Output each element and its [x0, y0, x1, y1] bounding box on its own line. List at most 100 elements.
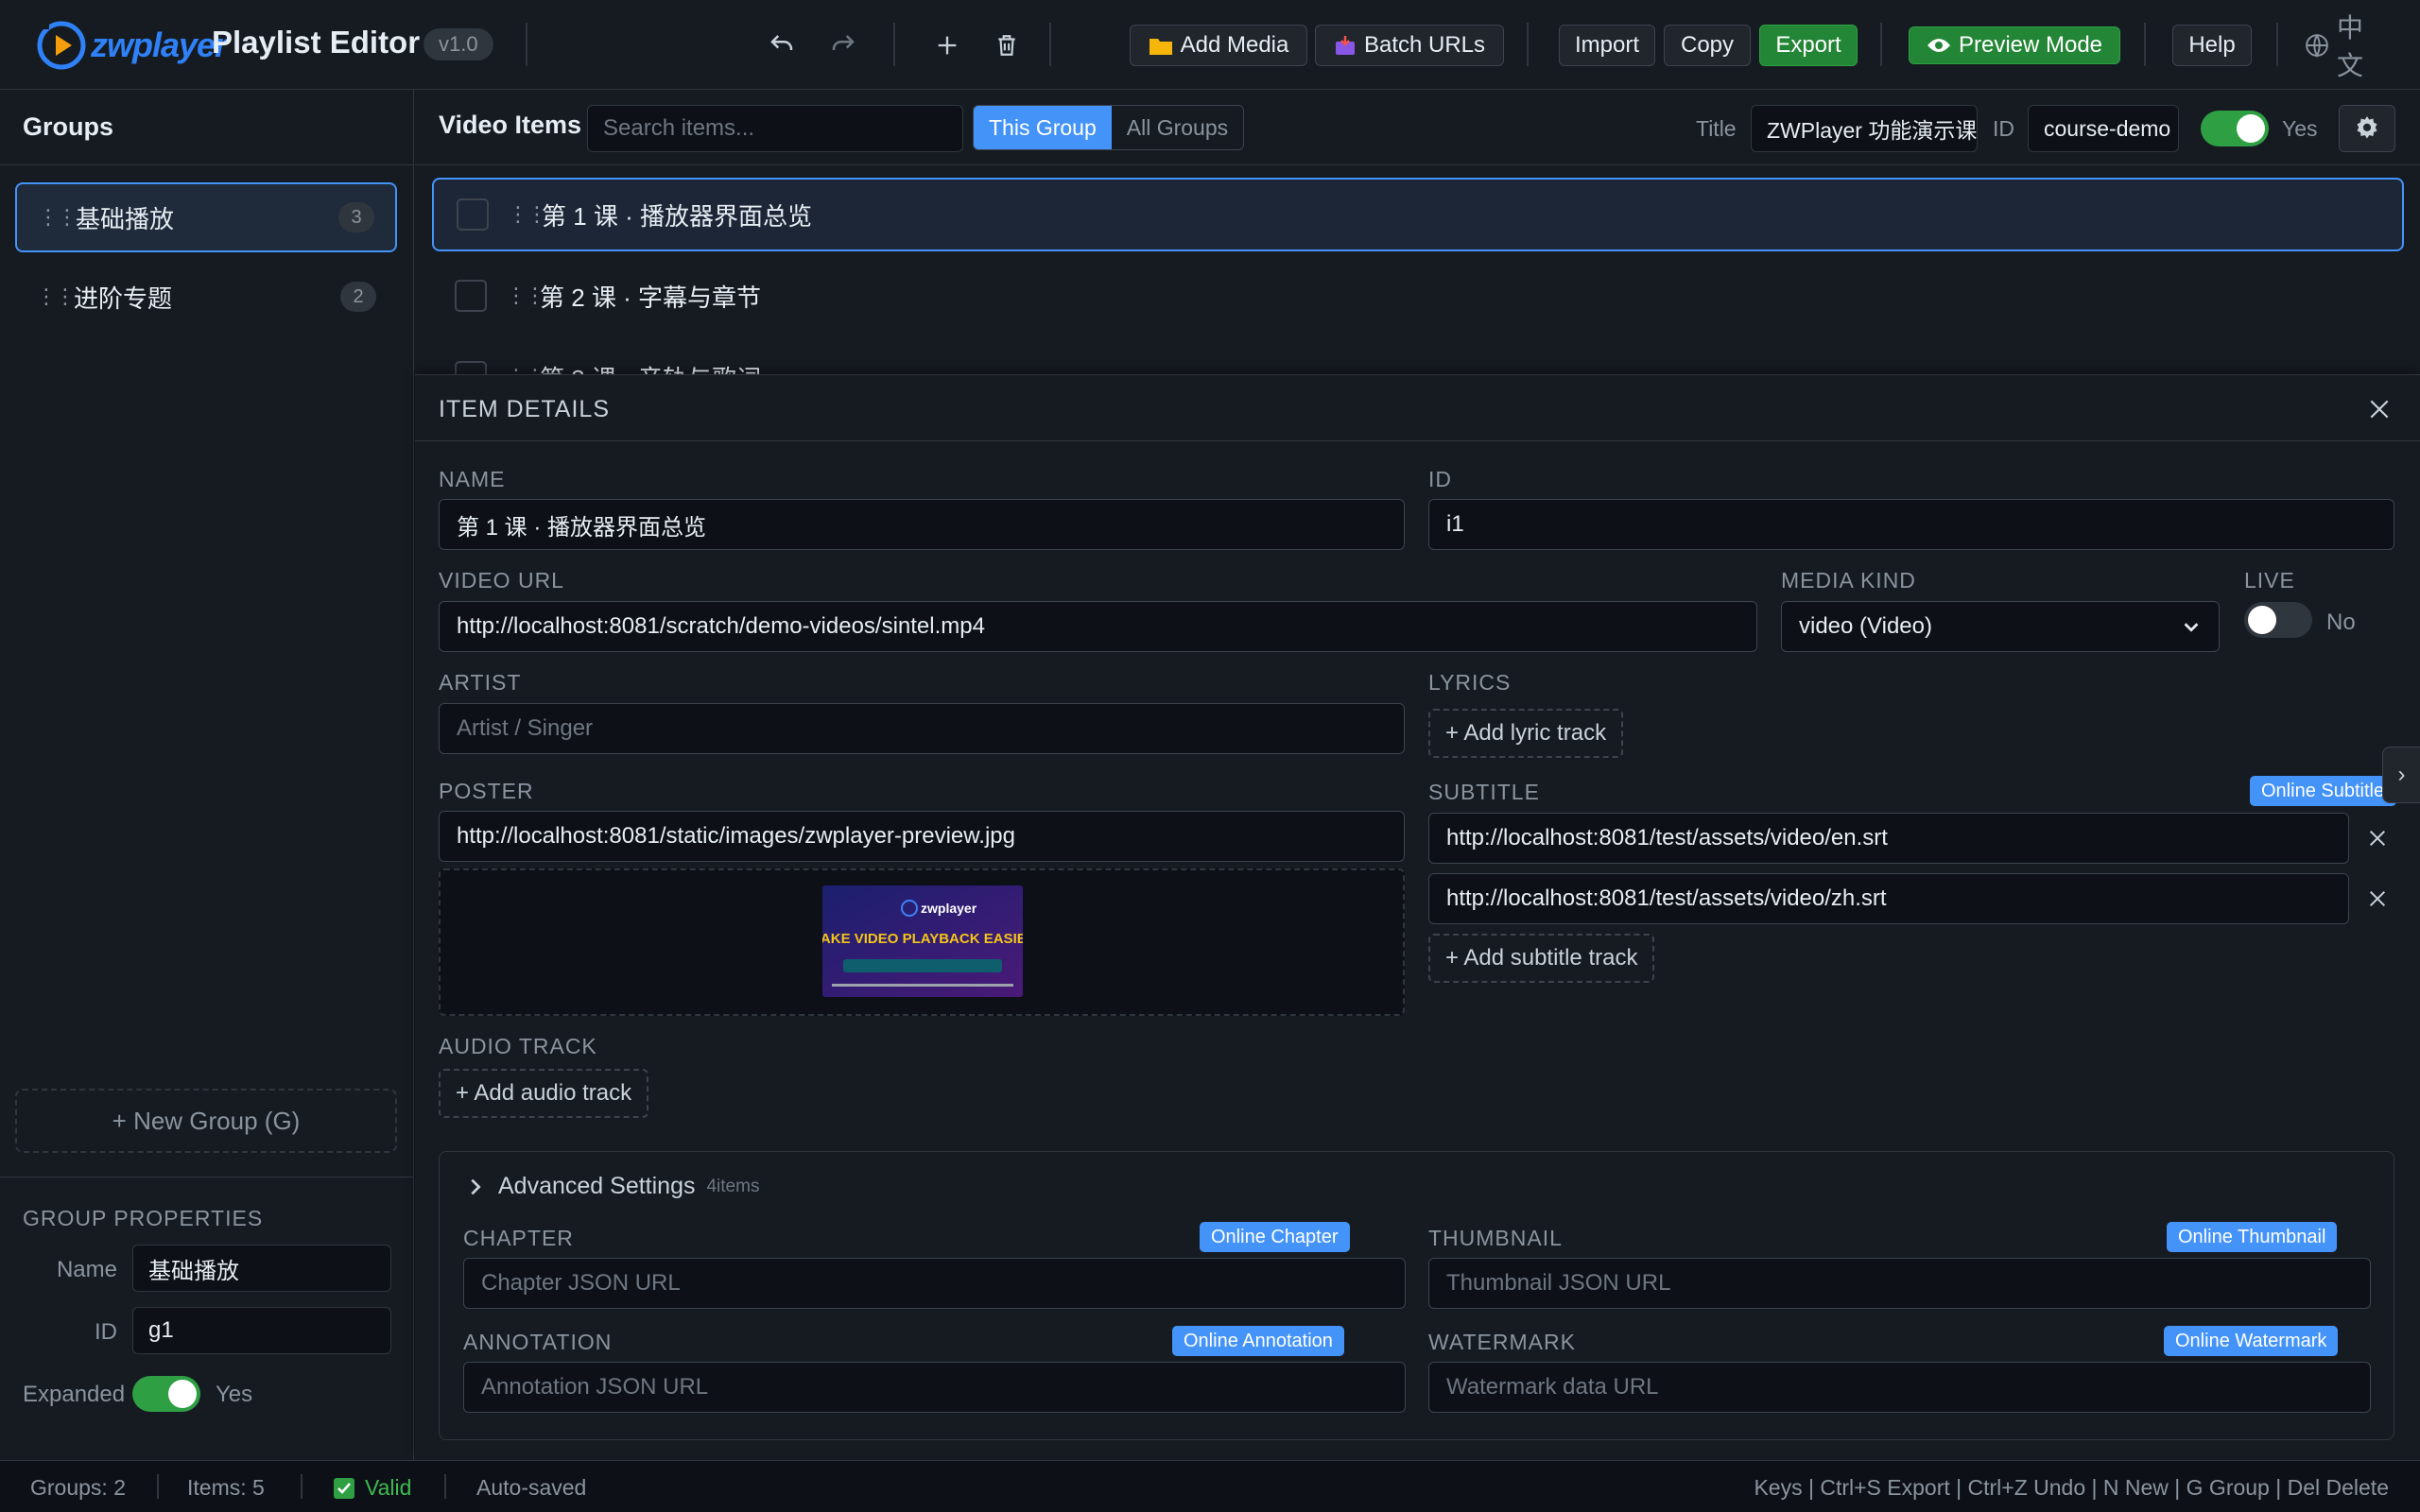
delete-item-button[interactable]	[986, 25, 1028, 66]
settings-button[interactable]	[2339, 105, 2395, 152]
name-input[interactable]: 第 1 课 · 播放器界面总览	[439, 499, 1405, 550]
playlist-id-label: ID	[1993, 116, 2014, 141]
grip-icon[interactable]: ⋮⋮	[508, 202, 547, 227]
undo-button[interactable]	[761, 25, 803, 66]
all-groups-tab[interactable]: All Groups	[1112, 106, 1243, 149]
playlist-editor-app: zwplayer Playlist Editor v1.0 Add Media …	[0, 0, 2420, 1512]
preview-mode-label: Preview Mode	[1958, 32, 2103, 58]
globe-icon	[2305, 33, 2329, 58]
item-checkbox[interactable]	[457, 198, 489, 231]
redo-button[interactable]	[822, 25, 864, 66]
artist-label: ARTIST	[439, 670, 522, 695]
header-divider	[1880, 23, 1882, 66]
chapter-input[interactable]: Chapter JSON URL	[463, 1258, 1406, 1309]
watermark-label: WATERMARK	[1428, 1330, 1576, 1354]
video-items-title: Video Items	[439, 111, 582, 139]
group-name: 基础播放	[76, 204, 175, 233]
undo-icon	[770, 35, 793, 50]
online-watermark-badge[interactable]: Online Watermark	[2164, 1326, 2339, 1356]
grip-icon[interactable]: ⋮⋮	[38, 205, 78, 230]
grip-icon[interactable]: ⋮⋮	[36, 284, 76, 309]
group-name: 进阶专题	[74, 284, 173, 313]
item-checkbox[interactable]	[455, 280, 487, 312]
scope-segmented-control: This Group All Groups	[973, 105, 1245, 150]
inbox-icon	[1334, 34, 1357, 57]
add-lyric-button[interactable]: + Add lyric track	[1428, 709, 1624, 758]
group-properties-title: GROUP PROPERTIES	[23, 1206, 264, 1230]
this-group-tab[interactable]: This Group	[974, 106, 1112, 149]
item-name: 第 2 课 · 字幕与章节	[540, 283, 762, 312]
batch-urls-button[interactable]: Batch URLs	[1315, 25, 1504, 66]
items-toolbar: Video Items Search items... This Group A…	[415, 90, 2420, 165]
copy-button[interactable]: Copy	[1664, 25, 1751, 66]
group-name-label: Name	[56, 1257, 117, 1282]
logo-text: zwplayer	[91, 26, 228, 64]
remove-subtitle-button[interactable]	[2360, 882, 2394, 916]
add-item-button[interactable]	[926, 25, 968, 66]
advanced-settings-toggle[interactable]: Advanced Settings 4items	[466, 1173, 759, 1200]
redo-icon	[832, 35, 855, 50]
language-switch[interactable]: 中文	[2290, 13, 2403, 80]
gear-icon	[2357, 116, 2377, 139]
id-input[interactable]: i1	[1428, 499, 2394, 550]
list-item[interactable]: ⋮⋮ 第 1 课 · 播放器界面总览	[432, 178, 2404, 251]
status-divider	[157, 1474, 159, 1499]
remove-subtitle-button[interactable]	[2360, 821, 2394, 855]
search-input[interactable]: Search items...	[587, 105, 963, 152]
advanced-settings: Advanced Settings 4items CHAPTER Online …	[439, 1151, 2394, 1440]
check-icon	[334, 1477, 354, 1499]
live-toggle[interactable]	[2244, 602, 2312, 643]
folder-icon	[1149, 35, 1173, 56]
playlist-title-input[interactable]: ZWPlayer 功能演示课	[1751, 105, 1978, 152]
media-kind-select[interactable]: video (Video)	[1781, 601, 2220, 652]
online-chapter-badge[interactable]: Online Chapter	[1200, 1222, 1350, 1252]
import-button[interactable]: Import	[1559, 25, 1655, 66]
poster-label: POSTER	[439, 779, 534, 803]
annotation-input[interactable]: Annotation JSON URL	[463, 1362, 1406, 1413]
grip-icon[interactable]: ⋮⋮	[506, 284, 545, 308]
expand-panel-tab[interactable]: ›	[2382, 747, 2420, 803]
live-label: LIVE	[2244, 568, 2295, 593]
expanded-toggle[interactable]	[132, 1376, 200, 1417]
media-kind-label: MEDIA KIND	[1781, 568, 1916, 593]
batch-urls-label: Batch URLs	[1363, 32, 1486, 58]
online-annotation-badge[interactable]: Online Annotation	[1172, 1326, 1344, 1356]
list-item[interactable]: ⋮⋮ 第 3 课 · 音轨与歌词	[432, 340, 2404, 374]
add-media-button[interactable]: Add Media	[1130, 25, 1307, 66]
group-item[interactable]: ⋮⋮ 基础播放 3	[15, 182, 397, 252]
item-checkbox[interactable]	[455, 361, 487, 374]
new-group-button[interactable]: + New Group (G)	[15, 1089, 397, 1153]
online-subtitle-badge[interactable]: Online Subtitle	[2250, 776, 2396, 806]
list-item[interactable]: ⋮⋮ 第 2 课 · 字幕与章节	[432, 259, 2404, 333]
playlist-toggle[interactable]	[2201, 111, 2269, 151]
logo-play-icon	[37, 21, 86, 70]
live-value: No	[2326, 610, 2356, 635]
thumbnail-input[interactable]: Thumbnail JSON URL	[1428, 1258, 2371, 1309]
details-header: ITEM DETAILS	[415, 375, 2420, 441]
online-thumbnail-badge[interactable]: Online Thumbnail	[2167, 1222, 2338, 1252]
subtitle-url-input[interactable]: http://localhost:8081/test/assets/video/…	[1428, 873, 2349, 924]
video-url-label: VIDEO URL	[439, 568, 564, 593]
add-subtitle-button[interactable]: + Add subtitle track	[1428, 934, 1655, 983]
group-id-input[interactable]: g1	[132, 1307, 391, 1354]
grip-icon[interactable]: ⋮⋮	[506, 365, 545, 374]
close-details-button[interactable]	[2362, 392, 2396, 426]
groups-sidebar: Groups ⋮⋮ 基础播放 3 ⋮⋮ 进阶专题 2 + New Group (…	[0, 90, 414, 1460]
media-kind-value: video (Video)	[1799, 613, 1932, 639]
add-audio-button[interactable]: + Add audio track	[439, 1069, 649, 1118]
export-button[interactable]: Export	[1759, 25, 1858, 66]
playlist-id-input[interactable]: course-demo	[2028, 105, 2179, 152]
group-name-input[interactable]: 基础播放	[132, 1245, 391, 1292]
eye-icon	[1927, 36, 1951, 55]
close-icon	[2369, 890, 2386, 907]
poster-url-input[interactable]: http://localhost:8081/static/images/zwpl…	[439, 811, 1405, 862]
playlist-toggle-value: Yes	[2282, 116, 2318, 141]
artist-input[interactable]: Artist / Singer	[439, 703, 1405, 754]
watermark-input[interactable]: Watermark data URL	[1428, 1362, 2371, 1413]
preview-mode-button[interactable]: Preview Mode	[1909, 26, 2120, 64]
help-button[interactable]: Help	[2172, 25, 2252, 66]
item-name: 第 1 课 · 播放器界面总览	[542, 201, 813, 231]
video-url-input[interactable]: http://localhost:8081/scratch/demo-video…	[439, 601, 1757, 652]
group-item[interactable]: ⋮⋮ 进阶专题 2	[15, 262, 397, 332]
subtitle-url-input[interactable]: http://localhost:8081/test/assets/video/…	[1428, 813, 2349, 864]
